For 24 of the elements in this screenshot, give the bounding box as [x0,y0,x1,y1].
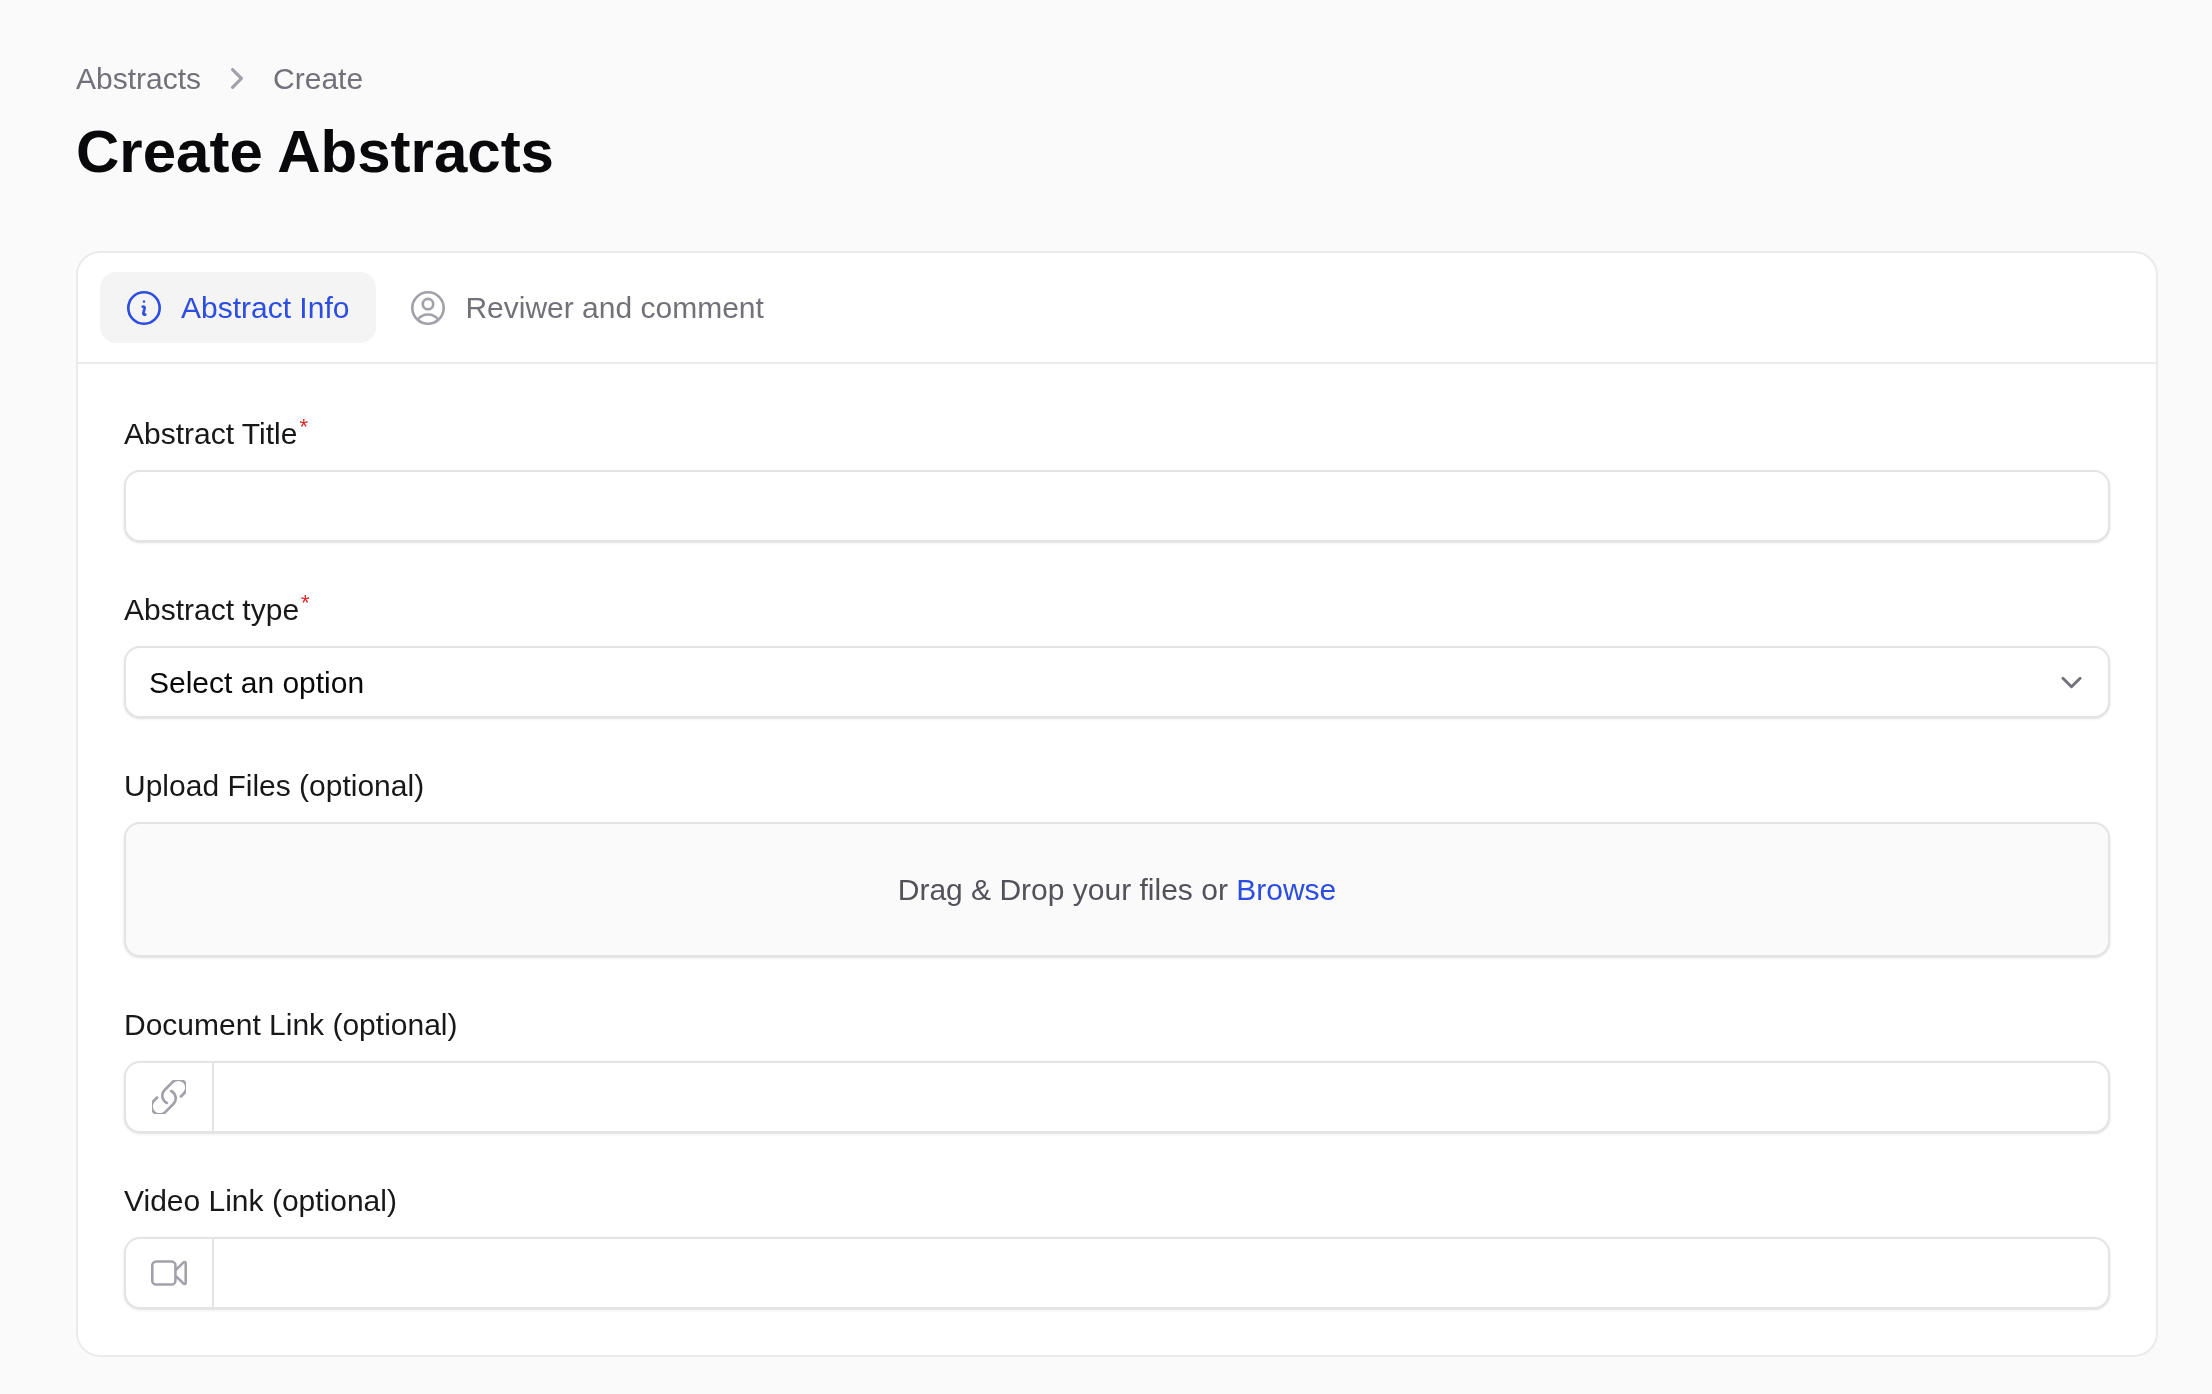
file-dropzone[interactable]: Drag & Drop your files or Browse [124,822,2110,957]
select-field[interactable]: Select an option [124,646,2110,718]
tab[interactable]: Abstract Info [100,272,377,343]
field-label: Video Link (optional) [124,1183,397,1219]
field-label: Abstract Title [124,416,298,452]
breadcrumb-link[interactable]: Create [273,59,364,99]
field-label: Document Link (optional) [124,1007,458,1043]
tab[interactable]: Reviwer and comment [384,272,791,343]
chevron-right-icon [231,68,244,90]
field-label: Abstract type [124,592,300,628]
video-camera-icon [151,1260,187,1286]
info-icon [127,290,161,325]
dropzone-prompt: Drag & Drop your files or Browse [897,872,1337,908]
url-input-field[interactable] [124,1237,2110,1309]
required-mark: * [299,416,308,438]
page-title: Create Abstracts [76,117,554,187]
url-input-field[interactable] [124,1061,2110,1133]
required-mark: * [301,592,310,614]
link-icon [152,1080,186,1114]
text-input[interactable] [124,470,2110,542]
field-label: Upload Files (optional) [124,768,425,804]
browse-link[interactable]: Browse [1236,873,1337,906]
breadcrumb-link[interactable]: Abstracts [76,59,202,99]
chevron-down-icon [2061,675,2082,689]
